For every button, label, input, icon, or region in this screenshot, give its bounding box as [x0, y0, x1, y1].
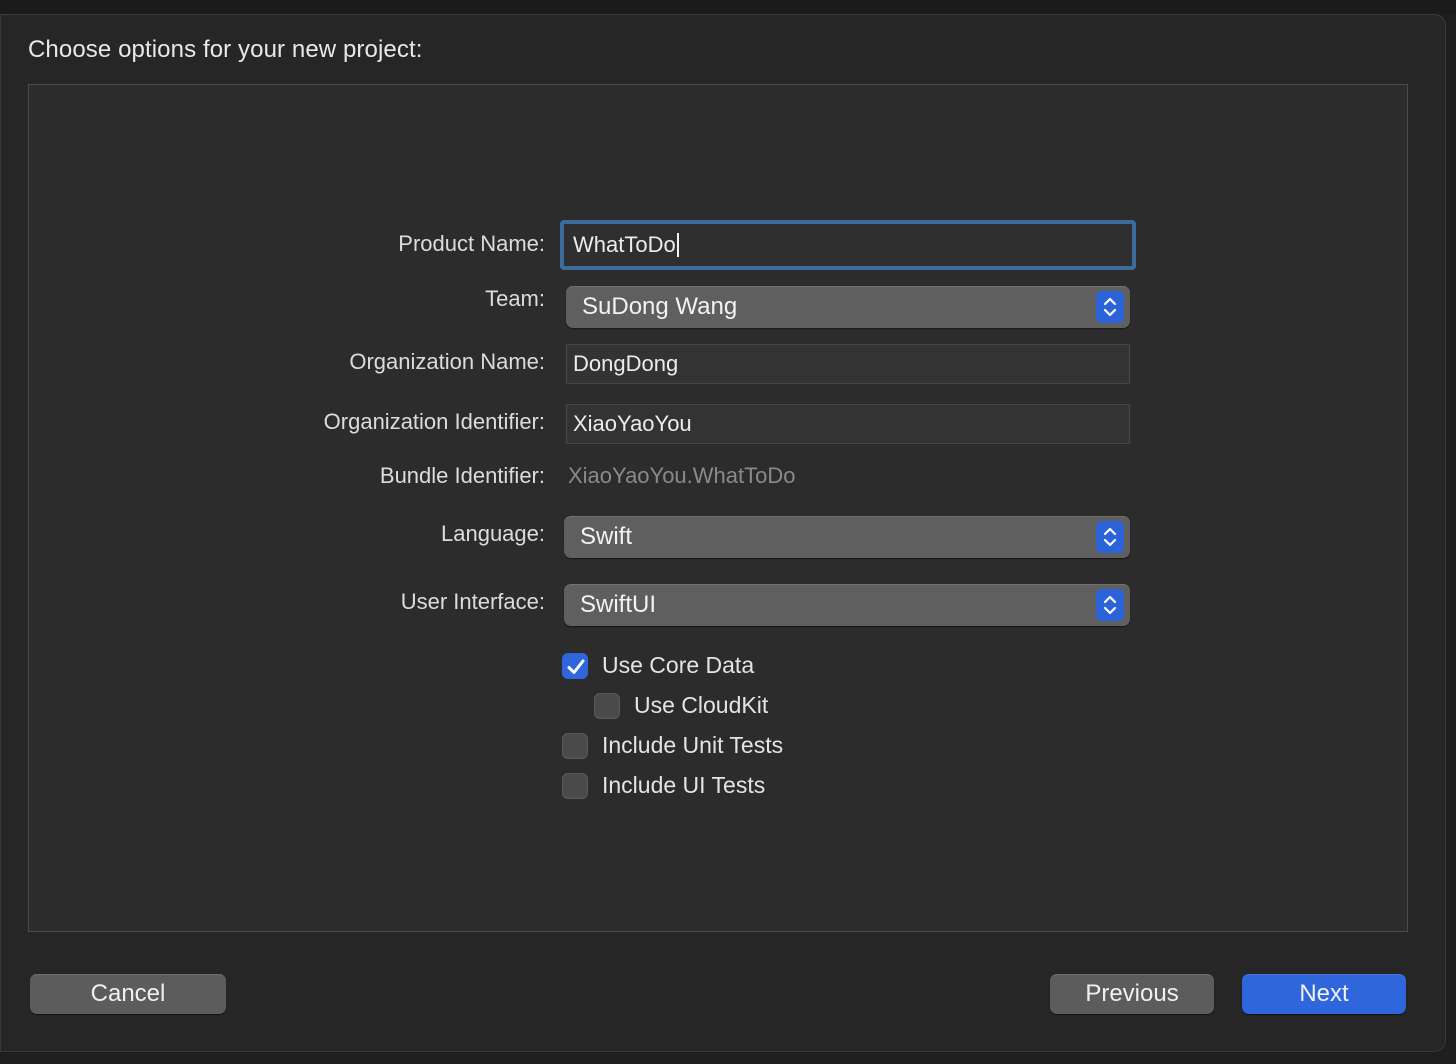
product-name-value: WhatToDo — [573, 233, 679, 257]
use-core-data-option[interactable]: Use Core Data — [562, 652, 754, 679]
use-core-data-checkbox[interactable] — [562, 652, 588, 679]
include-ui-tests-checkbox[interactable] — [562, 772, 588, 799]
include-unit-tests-option[interactable]: Include Unit Tests — [562, 732, 783, 759]
use-cloudkit-checkbox[interactable] — [594, 692, 620, 719]
include-ui-tests-label: Include UI Tests — [602, 772, 766, 798]
organization-identifier-label: Organization Identifier: — [323, 409, 545, 434]
product-name-label: Product Name: — [398, 231, 545, 256]
window-top-strip — [0, 0, 1456, 14]
sheet-heading: Choose options for your new project: — [28, 36, 423, 63]
user-interface-value: SwiftUI — [580, 591, 657, 618]
cancel-button[interactable]: Cancel — [30, 974, 226, 1014]
user-interface-popup[interactable]: SwiftUI — [564, 584, 1130, 626]
team-value: SuDong Wang — [582, 293, 738, 320]
chevron-up-down-icon — [1096, 589, 1124, 621]
organization-name-label: Organization Name: — [349, 349, 545, 374]
language-value: Swift — [580, 523, 633, 550]
organization-name-field[interactable]: DongDong — [566, 344, 1130, 384]
include-unit-tests-label: Include Unit Tests — [602, 732, 784, 758]
team-label: Team: — [485, 286, 545, 311]
organization-identifier-value: XiaoYaoYou — [573, 411, 692, 436]
product-name-field[interactable]: WhatToDo — [560, 220, 1136, 270]
use-cloudkit-option[interactable]: Use CloudKit — [594, 692, 768, 719]
organization-name-value: DongDong — [573, 351, 679, 376]
include-unit-tests-checkbox[interactable] — [562, 732, 588, 759]
options-panel — [28, 84, 1408, 932]
use-core-data-label: Use Core Data — [602, 652, 755, 678]
user-interface-label: User Interface: — [400, 589, 545, 614]
language-label: Language: — [441, 521, 545, 546]
use-cloudkit-label: Use CloudKit — [634, 692, 769, 718]
checkmark-icon — [567, 659, 585, 674]
team-popup[interactable]: SuDong Wang — [566, 286, 1130, 328]
previous-button[interactable]: Previous — [1050, 974, 1214, 1014]
chevron-up-down-icon — [1096, 521, 1124, 553]
organization-identifier-field[interactable]: XiaoYaoYou — [566, 404, 1130, 444]
chevron-up-down-icon — [1096, 291, 1124, 323]
language-popup[interactable]: Swift — [564, 516, 1130, 558]
include-ui-tests-option[interactable]: Include UI Tests — [562, 772, 765, 799]
next-button[interactable]: Next — [1242, 974, 1406, 1014]
bundle-identifier-value: XiaoYaoYou.WhatToDo — [568, 463, 796, 488]
bundle-identifier-label: Bundle Identifier: — [379, 463, 545, 488]
